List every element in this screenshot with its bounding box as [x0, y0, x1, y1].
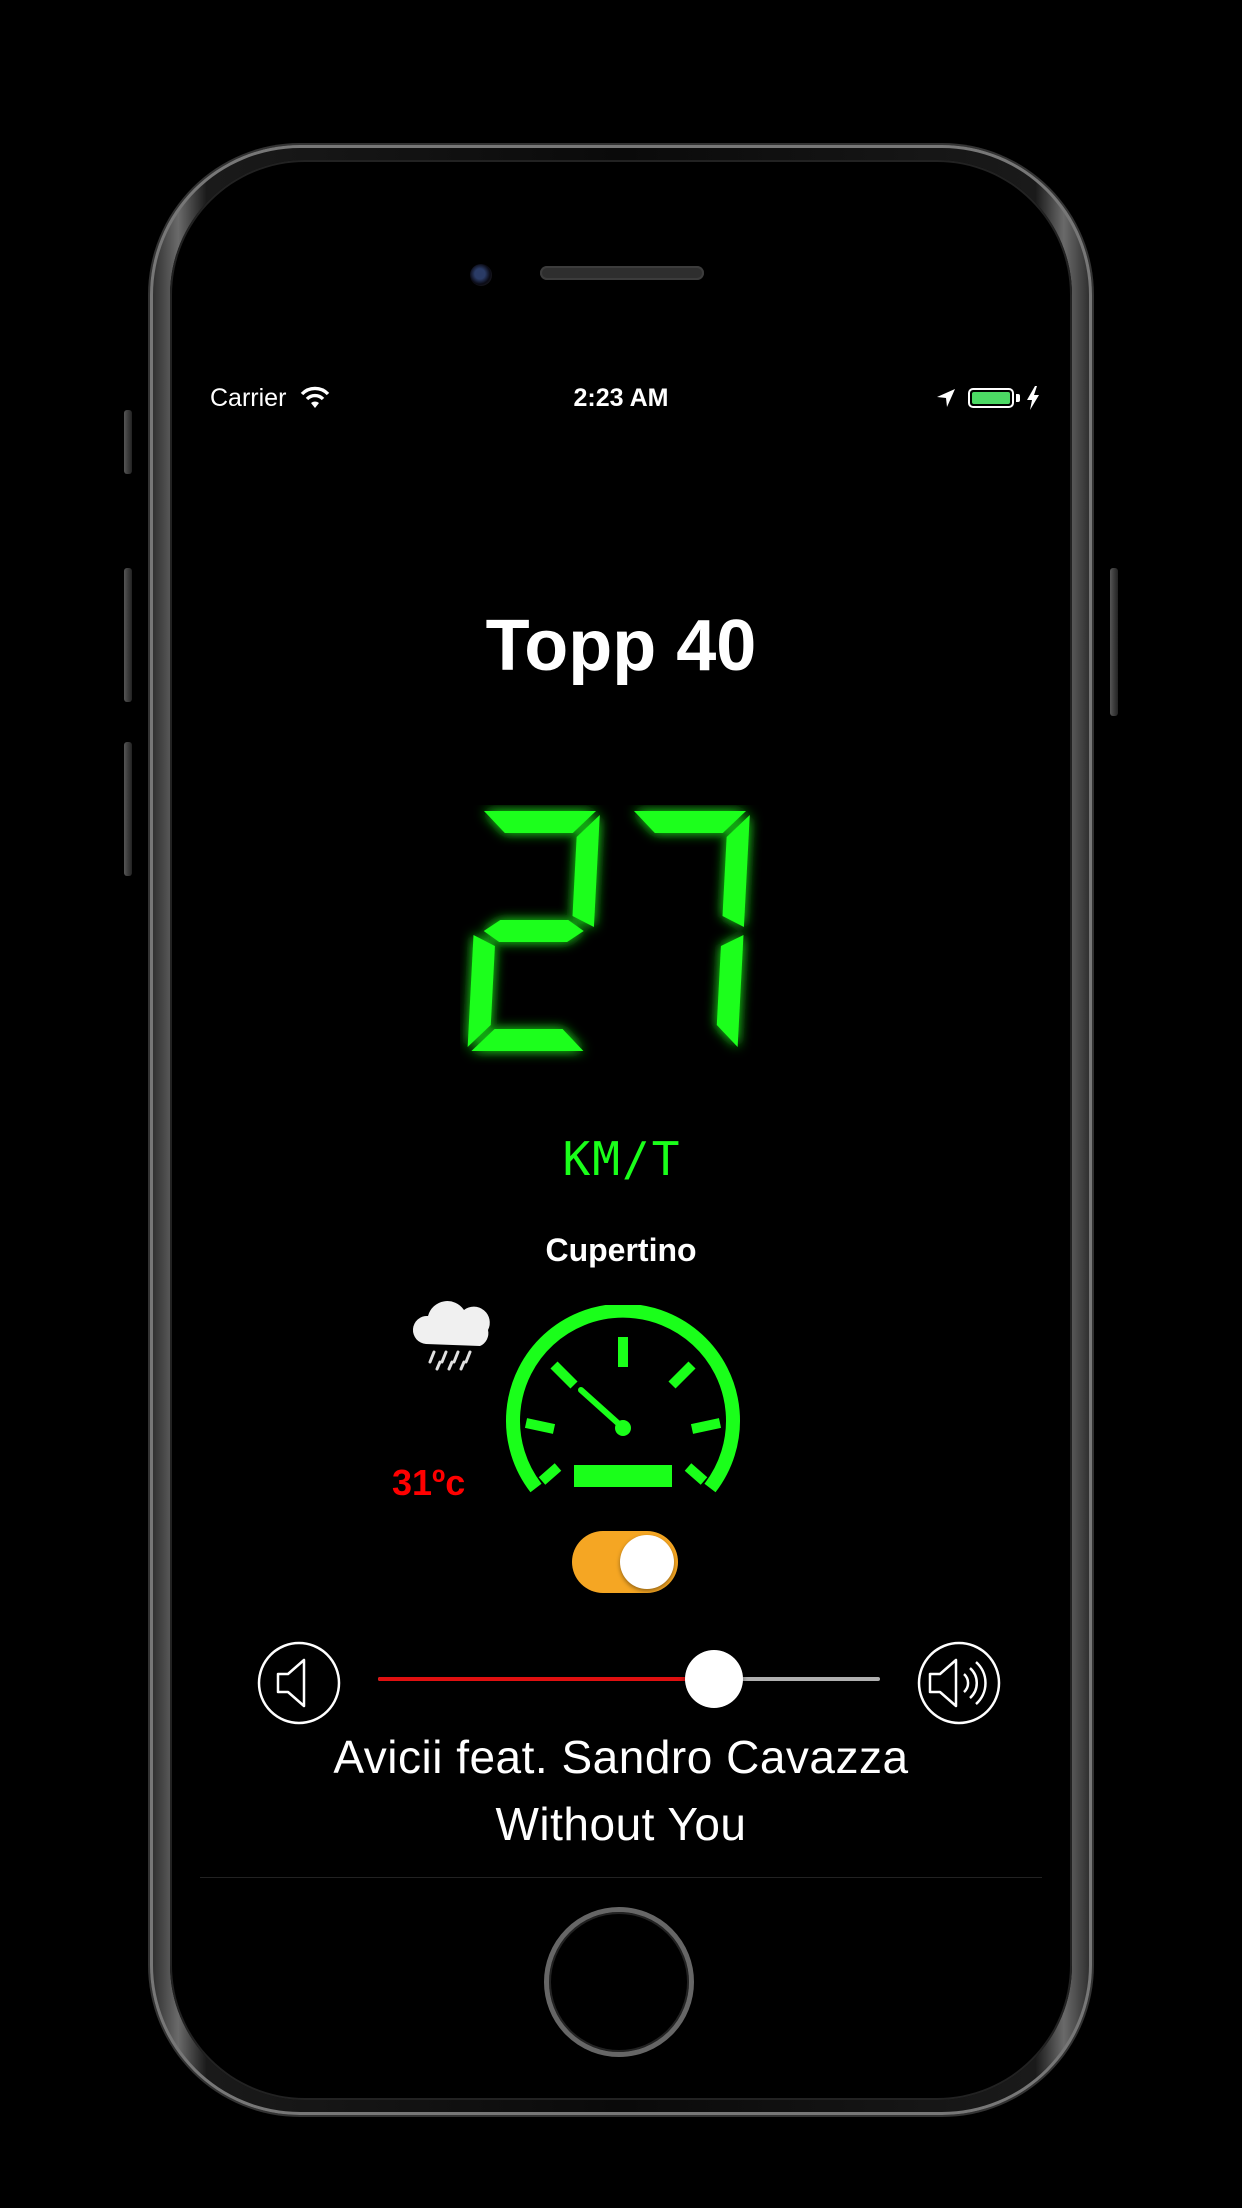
- speed-segment-b: [572, 815, 600, 927]
- volume-slider-fill: [378, 1677, 715, 1681]
- toggle-switch[interactable]: [572, 1531, 678, 1593]
- speed-segment-e: [467, 935, 495, 1047]
- volume-slider[interactable]: [378, 1650, 880, 1708]
- battery-cap: [1016, 394, 1020, 402]
- page-title: Topp 40: [485, 606, 757, 686]
- speed-digit-1: [634, 811, 750, 1047]
- speed-segment-d: [471, 1029, 584, 1051]
- city-label: Cupertino: [545, 1232, 697, 1268]
- speed-segment-b: [722, 815, 750, 927]
- speedometer-gauge-icon[interactable]: [496, 1305, 750, 1495]
- speed-unit: KM/T: [563, 1133, 682, 1183]
- speed-segment-a: [484, 811, 596, 833]
- volume-low-button[interactable]: [256, 1640, 342, 1726]
- now-playing-song: Without You: [495, 1798, 747, 1850]
- divider: [200, 1877, 1042, 1878]
- battery-icon: [968, 388, 1014, 408]
- temperature-label: 31ºc: [392, 1462, 466, 1503]
- status-time: 2:23 AM: [573, 384, 669, 412]
- volume-slider-thumb[interactable]: [685, 1650, 744, 1708]
- speed-digit-0: [467, 811, 600, 1051]
- home-button[interactable]: [544, 1907, 694, 2057]
- now-playing-artist: Avicii feat. Sandro Cavazza: [333, 1731, 909, 1783]
- battery-level-fill: [972, 392, 1010, 404]
- speed-segment-g: [483, 920, 584, 942]
- earpiece-speaker: [540, 266, 704, 280]
- speed-unit-label: KM/T: [563, 1133, 682, 1183]
- speed-segment-a: [634, 811, 746, 833]
- volume-down-hardware-button: [124, 742, 132, 876]
- cloud-rain-icon: [412, 1301, 490, 1371]
- front-camera: [470, 264, 492, 286]
- mute-switch: [124, 410, 132, 474]
- speed-readout: 27: [467, 811, 750, 1051]
- speed-segment-c: [716, 935, 744, 1047]
- volume-high-button[interactable]: [916, 1640, 1002, 1726]
- location-arrow-icon: [937, 389, 955, 407]
- toggle-knob: [620, 1535, 674, 1589]
- charging-bolt-icon: [1027, 386, 1039, 410]
